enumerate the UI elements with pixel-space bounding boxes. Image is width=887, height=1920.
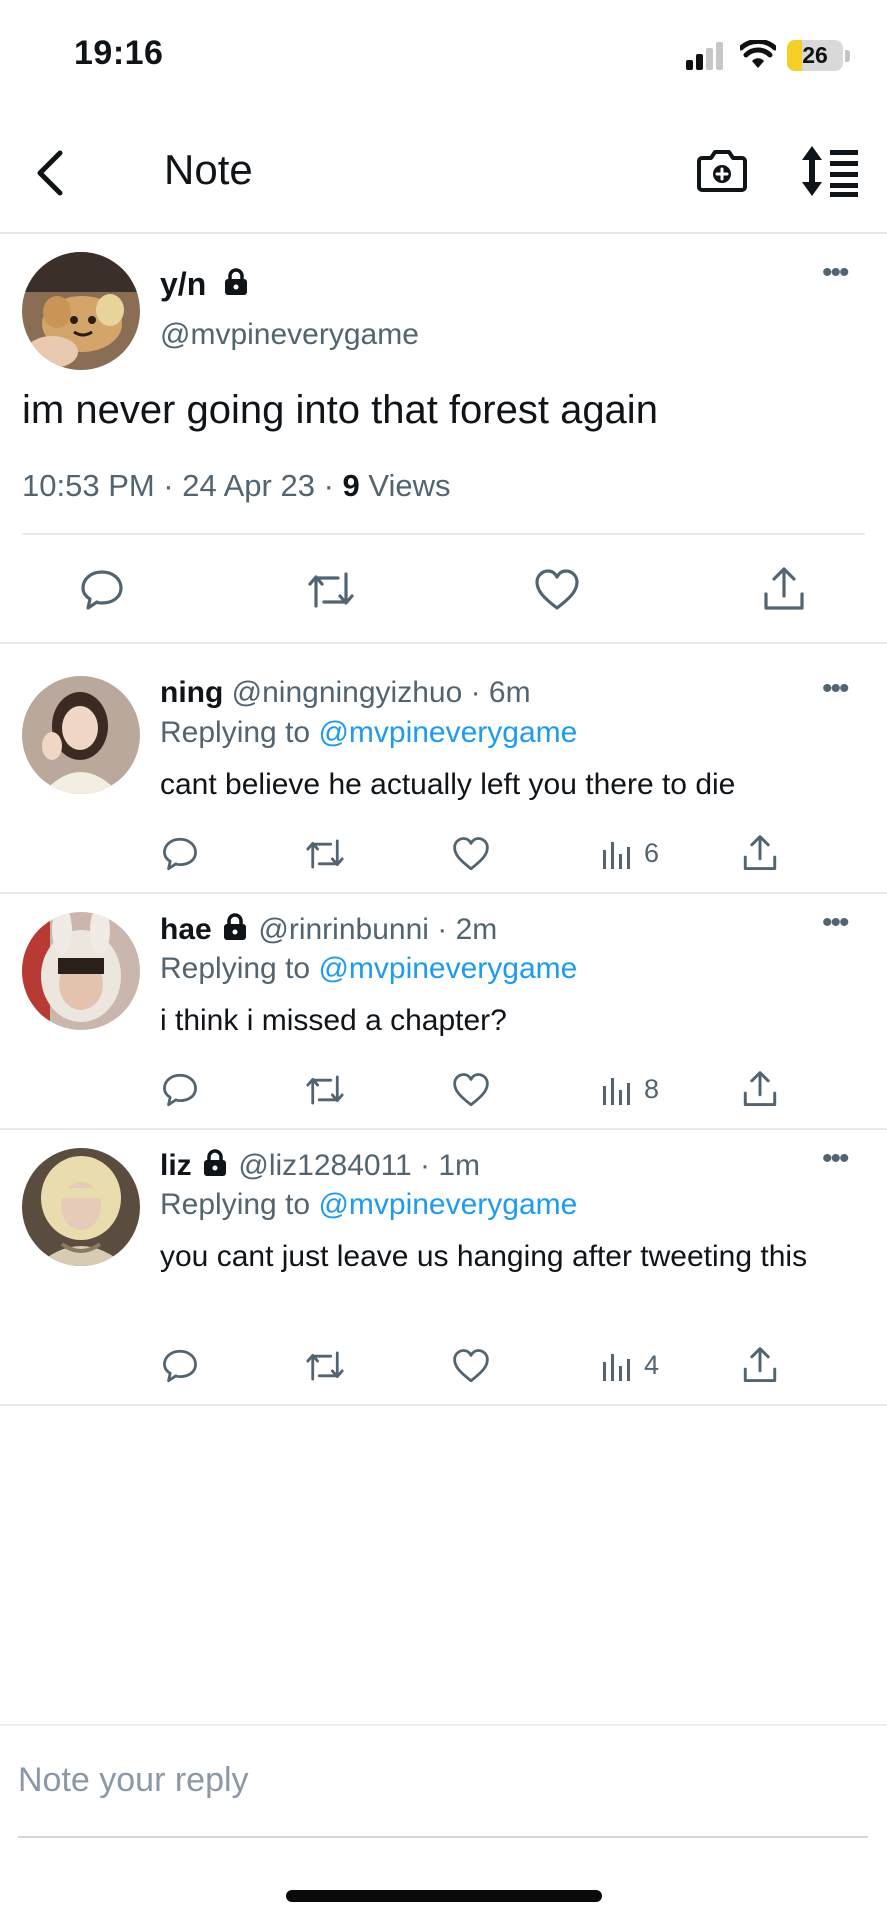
avatar[interactable] [22,912,140,1030]
cellular-signal-icon [686,42,723,70]
reply-author-name[interactable]: liz [160,1149,192,1182]
views-count: 4 [644,1350,660,1380]
reply-composer [0,1724,887,1838]
replying-prefix: Replying to [160,1188,319,1221]
camera-plus-icon[interactable] [696,144,748,196]
views-count: 6 [644,838,660,868]
page-title: Note [164,146,253,193]
like-icon[interactable] [534,568,580,612]
reply-icon[interactable] [162,836,198,872]
screen: 19:16 26 Note y/n @mvpineverygame ••• im… [0,0,887,1920]
reply-text: i think i missed a chapter? [160,1004,507,1037]
reply-author-handle[interactable]: @rinrinbunni · 2m [258,913,497,946]
lock-icon [204,1149,227,1176]
reply-author-handle[interactable]: @ningningyizhuo · 6m [232,676,531,709]
views-icon[interactable] [602,1074,632,1106]
reply-icon[interactable] [162,1348,198,1384]
post-text: im never going into that forest again [22,388,658,432]
like-icon[interactable] [452,836,490,872]
back-icon[interactable] [28,148,72,198]
share-icon[interactable] [742,1346,778,1384]
status-time: 19:16 [74,34,164,72]
like-icon[interactable] [452,1072,490,1108]
replying-prefix: Replying to [160,952,319,985]
replying-to: Replying to @mvpineverygame [160,952,577,986]
nav-bar: Note [0,112,887,234]
main-post: y/n @mvpineverygame ••• im never going i… [0,236,887,644]
reply-header: ning @ningningyizhuo · 6m [160,676,531,710]
reply-header: liz @liz1284011 · 1m [160,1148,480,1183]
divider [22,533,865,535]
reply-text: you cant just leave us hanging after twe… [160,1240,808,1273]
more-icon[interactable]: ••• [822,906,849,940]
reply-item[interactable]: liz @liz1284011 · 1m ••• Replying to @mv… [0,1132,887,1406]
like-icon[interactable] [452,1348,490,1384]
post-actions [0,536,887,644]
more-icon[interactable]: ••• [822,1142,849,1176]
share-icon[interactable] [762,566,806,612]
views-icon[interactable] [602,1350,632,1382]
post-time: 10:53 PM · 24 Apr 23 · [22,468,343,503]
replying-prefix: Replying to [160,716,319,749]
views-icon[interactable] [602,838,632,870]
reply-author-name[interactable]: hae [160,913,212,946]
battery-cap [845,50,850,62]
lock-icon [225,268,248,295]
reply-icon[interactable] [162,1072,198,1108]
replying-mention[interactable]: @mvpineverygame [318,716,577,749]
reply-author-handle[interactable]: @liz1284011 · 1m [238,1149,480,1182]
reply-header: hae @rinrinbunni · 2m [160,912,497,947]
author-name[interactable]: y/n [160,266,251,303]
avatar[interactable] [22,252,140,370]
status-bar: 19:16 26 [0,0,887,112]
battery-icon: 26 [787,40,843,71]
reply-item[interactable]: ning @ningningyizhuo · 6m ••• Replying t… [0,646,887,894]
retweet-icon[interactable] [304,1348,346,1384]
retweet-icon[interactable] [304,836,346,872]
author-name-text: y/n [160,266,207,302]
replying-mention[interactable]: @mvpineverygame [318,1188,577,1221]
views-count: 9 [342,468,360,503]
more-icon[interactable]: ••• [822,672,849,706]
views-label: Views [359,468,451,503]
retweet-icon[interactable] [304,1072,346,1108]
share-icon[interactable] [742,834,778,872]
share-icon[interactable] [742,1070,778,1108]
composer-underline [18,1836,868,1838]
retweet-icon[interactable] [306,568,356,612]
author-handle[interactable]: @mvpineverygame [160,318,419,352]
reply-text: cant believe he actually left you there … [160,768,736,801]
sort-icon[interactable] [800,144,860,198]
battery-percent: 26 [802,42,828,68]
reply-author-name[interactable]: ning [160,676,223,709]
views-count: 8 [644,1074,660,1104]
replying-to: Replying to @mvpineverygame [160,1188,577,1222]
reply-item[interactable]: hae @rinrinbunni · 2m ••• Replying to @m… [0,896,887,1130]
avatar[interactable] [22,1148,140,1266]
reply-input[interactable] [18,1752,868,1808]
replying-mention[interactable]: @mvpineverygame [318,952,577,985]
more-icon[interactable]: ••• [822,256,849,290]
reply-icon[interactable] [80,568,124,612]
lock-icon [224,913,247,940]
avatar[interactable] [22,676,140,794]
home-indicator[interactable] [286,1890,602,1902]
post-meta: 10:53 PM · 24 Apr 23 · 9 Views [22,468,451,504]
wifi-icon [740,40,776,68]
replying-to: Replying to @mvpineverygame [160,716,577,750]
